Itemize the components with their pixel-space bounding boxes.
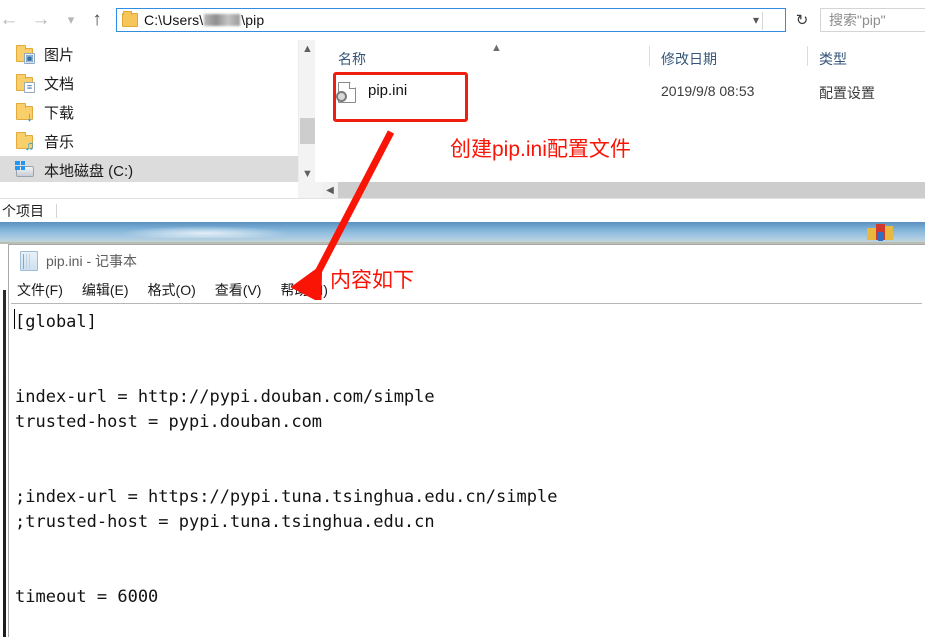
refresh-icon[interactable]: ↻ bbox=[791, 9, 813, 31]
caret-up-icon: ▲ bbox=[491, 42, 502, 54]
downloads-folder-icon: ↓ bbox=[14, 102, 36, 123]
sidebar-item-downloads[interactable]: ↓ 下载 bbox=[0, 98, 298, 127]
search-input[interactable]: 搜索"pip" bbox=[820, 8, 925, 32]
column-header-name[interactable]: 名称 bbox=[338, 49, 366, 69]
text-caret bbox=[14, 309, 15, 329]
notepad-title-bar[interactable]: pip.ini - 记事本 bbox=[9, 245, 924, 277]
column-header-date[interactable]: 修改日期 bbox=[661, 49, 717, 69]
sidebar-item-documents[interactable]: ≡ 文档 bbox=[0, 69, 298, 98]
pictures-folder-icon: ▣ bbox=[14, 44, 36, 65]
status-bar: 个项目 bbox=[0, 198, 925, 222]
sidebar-item-pictures[interactable]: ▣ 图片 bbox=[0, 40, 298, 69]
folder-icon bbox=[122, 11, 138, 27]
sidebar-bottom-filler bbox=[0, 182, 298, 198]
annotation-content-below: 内容如下 bbox=[330, 269, 414, 292]
notepad-menu-bar: 文件(F) 编辑(E) 格式(O) 查看(V) 帮助(H) bbox=[9, 277, 924, 303]
column-headers: 名称 ▲ 修改日期 类型 bbox=[316, 40, 925, 72]
status-divider bbox=[56, 203, 57, 218]
redacted-username bbox=[204, 14, 241, 26]
address-bar[interactable]: C:\Users\ \pip ▾ bbox=[116, 8, 786, 32]
address-path: C:\Users\ \pip bbox=[144, 12, 264, 28]
desktop-icon[interactable] bbox=[867, 224, 901, 242]
up-icon[interactable]: ↑ bbox=[82, 6, 112, 34]
address-separator bbox=[762, 12, 763, 30]
horizontal-scrollbar[interactable]: ◀ bbox=[322, 182, 925, 198]
local-disk-icon bbox=[14, 160, 36, 181]
explorer-navigation-bar: ← → ▾ ↑ C:\Users\ \pip ▾ ↻ 搜索"pip" bbox=[0, 0, 925, 40]
music-folder-icon: ♫ bbox=[14, 131, 36, 152]
navigation-pane: ▣ 图片 ≡ 文档 ↓ 下载 ♫ 音乐 本地磁盘 (C:) bbox=[0, 40, 298, 182]
sidebar-item-label: 图片 bbox=[44, 47, 75, 64]
sidebar-item-local-disk[interactable]: 本地磁盘 (C:) bbox=[0, 156, 298, 182]
column-header-type[interactable]: 类型 bbox=[819, 49, 847, 69]
menu-item-file[interactable]: 文件(F) bbox=[17, 280, 63, 300]
search-placeholder: 搜索"pip" bbox=[829, 12, 886, 28]
sidebar-item-label: 本地磁盘 (C:) bbox=[44, 163, 134, 180]
window-title: pip.ini - 记事本 bbox=[46, 253, 138, 269]
file-date-modified: 2019/9/8 08:53 bbox=[661, 83, 755, 99]
annotation-create-file: 创建pip.ini配置文件 bbox=[450, 138, 631, 161]
documents-folder-icon: ≡ bbox=[14, 73, 36, 94]
column-divider[interactable] bbox=[807, 46, 808, 66]
item-count: 个项目 bbox=[2, 202, 44, 219]
sidebar-item-music[interactable]: ♫ 音乐 bbox=[0, 127, 298, 156]
notepad-icon bbox=[20, 251, 38, 271]
menu-item-view[interactable]: 查看(V) bbox=[215, 280, 262, 300]
forward-icon[interactable]: → bbox=[26, 6, 56, 34]
sidebar-item-label: 下载 bbox=[44, 105, 75, 122]
background-window-edge bbox=[0, 244, 8, 637]
sidebar-item-label: 音乐 bbox=[44, 134, 75, 151]
notepad-window: pip.ini - 记事本 文件(F) 编辑(E) 格式(O) 查看(V) 帮助… bbox=[8, 244, 925, 637]
screen: ← → ▾ ↑ C:\Users\ \pip ▾ ↻ 搜索"pip" ▣ 图片 … bbox=[0, 0, 925, 637]
back-icon[interactable]: ← bbox=[0, 6, 24, 34]
menu-item-format[interactable]: 格式(O) bbox=[148, 280, 196, 300]
file-type: 配置设置 bbox=[819, 85, 875, 101]
notepad-text-area[interactable]: [global] index-url = http://pypi.douban.… bbox=[11, 303, 922, 636]
column-divider[interactable] bbox=[649, 46, 650, 66]
cloud-decoration bbox=[120, 226, 290, 238]
annotation-highlight-box bbox=[333, 72, 468, 122]
address-suffix: \pip bbox=[241, 12, 265, 28]
address-prefix: C:\Users\ bbox=[144, 12, 204, 28]
sidebar-item-label: 文档 bbox=[44, 76, 75, 93]
chevron-down-icon[interactable]: ▾ bbox=[753, 13, 759, 27]
menu-item-edit[interactable]: 编辑(E) bbox=[82, 280, 129, 300]
scroll-up-icon[interactable]: ▲ bbox=[299, 40, 316, 57]
